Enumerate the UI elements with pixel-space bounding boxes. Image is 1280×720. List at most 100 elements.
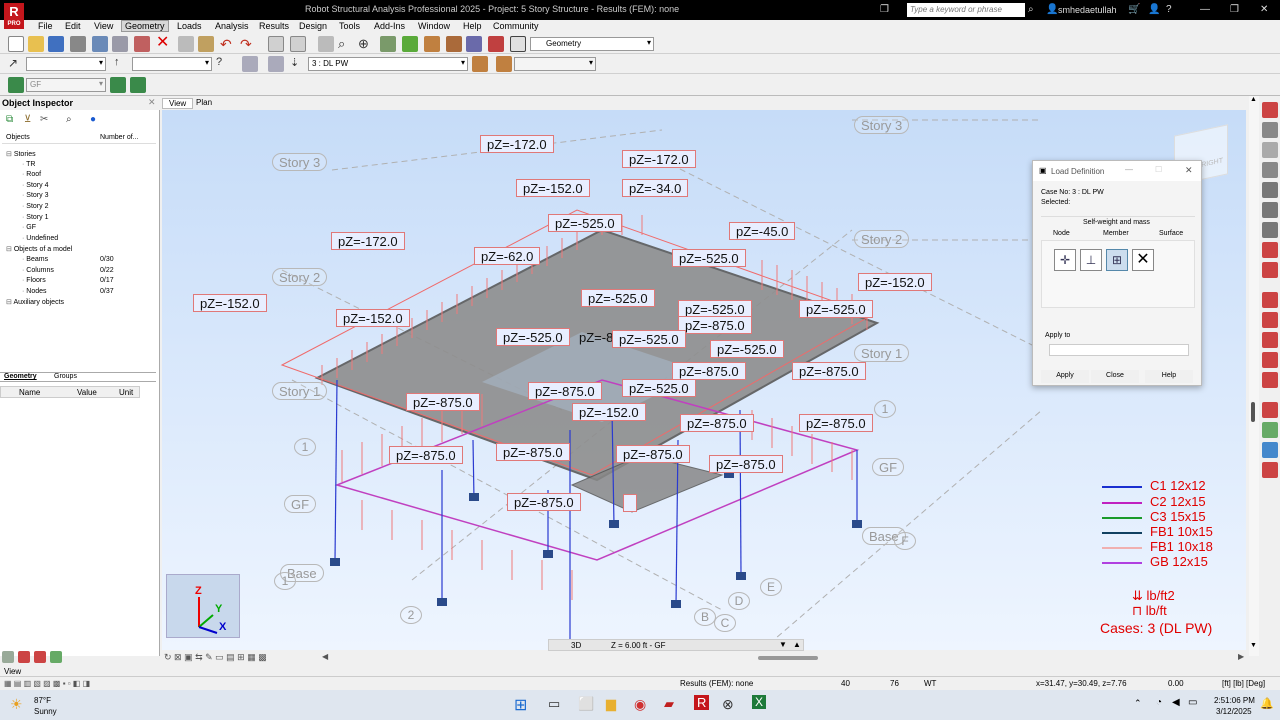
explorer-icon[interactable]: ⬜ [578, 696, 594, 712]
filter-icon-c[interactable]: ✂ [40, 114, 48, 125]
tree-item[interactable]: · Story 4 [22, 182, 48, 189]
search-icon[interactable]: ⌕ [1028, 4, 1034, 15]
lock-icon[interactable] [318, 36, 334, 52]
nodal-displacement-icon[interactable]: ⊥ [1080, 249, 1102, 271]
menu-community[interactable]: Community [493, 21, 539, 31]
rtool-12-icon[interactable] [1262, 332, 1278, 348]
rtool-1-icon[interactable] [1262, 102, 1278, 118]
selection-combo[interactable] [26, 57, 106, 71]
inspector-close-icon[interactable]: ✕ [148, 97, 156, 108]
case-next-icon[interactable] [496, 56, 512, 72]
taskview-icon[interactable]: ▭ [548, 696, 560, 712]
dialog-tab-member[interactable]: Member [1103, 230, 1129, 237]
tree-item[interactable]: · Floors 0/17 [22, 277, 114, 284]
dialog-tab-surface[interactable]: Surface [1159, 230, 1183, 237]
files-icon[interactable]: ▆ [606, 696, 616, 712]
user-name[interactable]: smhedaetullah [1058, 5, 1117, 15]
rtool-6-icon[interactable] [1262, 202, 1278, 218]
scroll-down-icon[interactable]: ▼ [1250, 642, 1257, 649]
release-tool-icon[interactable] [466, 36, 482, 52]
dialog-close-icon[interactable]: ✕ [1185, 165, 1193, 176]
start-icon[interactable]: ⊞ [514, 695, 527, 715]
calc-icon[interactable] [290, 36, 306, 52]
redo-icon[interactable]: ↷ [240, 36, 256, 52]
camera-icon[interactable] [134, 36, 150, 52]
load-label[interactable]: pZ=-875.0 [792, 362, 866, 380]
rtool-17-icon[interactable] [1262, 442, 1278, 458]
scroll-right-icon[interactable]: ▶ [1238, 652, 1244, 661]
close-icon[interactable]: ✕ [1260, 4, 1268, 15]
notification-icon[interactable]: 🔔 [1260, 697, 1274, 710]
close-button[interactable]: Close [1091, 370, 1139, 383]
filter-icon-a[interactable]: ⧉ [6, 114, 13, 125]
story-combo[interactable]: GF [26, 78, 106, 92]
nodal-force-icon[interactable]: ✛ [1054, 249, 1076, 271]
apply-to-input[interactable] [1049, 344, 1189, 356]
menu-addins[interactable]: Add-Ins [374, 21, 405, 31]
select-icon[interactable]: ↗ [8, 56, 24, 72]
tree-item[interactable]: · Undefined [22, 235, 58, 242]
rtool-16-icon[interactable] [1262, 422, 1278, 438]
load-case-icon[interactable]: ⇣ [290, 56, 306, 72]
pan-icon[interactable] [380, 36, 396, 52]
col-number[interactable]: Number of... [100, 134, 139, 141]
view-mode[interactable]: 3D [571, 641, 581, 650]
tab-view[interactable]: View [162, 98, 194, 109]
tree-item[interactable]: · Nodes 0/37 [22, 288, 114, 295]
copy-icon[interactable] [178, 36, 194, 52]
load-label[interactable]: pZ=-875.0 [406, 393, 480, 411]
load-label[interactable]: pZ=-525.0 [672, 249, 746, 267]
col-objects[interactable]: Objects [6, 134, 30, 141]
load-label[interactable]: pZ=-45.0 [729, 222, 796, 240]
menu-analysis[interactable]: Analysis [215, 21, 249, 31]
tree-item[interactable]: ⊟ Auxiliary objects [6, 298, 64, 306]
search-input[interactable]: Type a keyword or phrase [907, 3, 1025, 17]
apply-button[interactable]: Apply [1041, 370, 1089, 383]
rtool-11-icon[interactable] [1262, 312, 1278, 328]
support-tool-icon[interactable] [446, 36, 462, 52]
help-button[interactable]: Help [1145, 370, 1193, 383]
inspector-help-icon[interactable]: ● [90, 114, 96, 125]
properties-icon[interactable] [510, 36, 526, 52]
story-down-icon[interactable] [130, 77, 146, 93]
inspector-tool-d[interactable] [50, 651, 62, 663]
view-tools[interactable]: ↻ ⊠ ▣ ⇆ ✎ ▭ ▤ ⊞ ▦ ▩ [164, 652, 267, 663]
delete-load-icon[interactable]: ✕ [1132, 249, 1154, 271]
clock-time[interactable]: 2:51:06 PM [1214, 696, 1255, 705]
delete-icon[interactable]: ✕ [156, 35, 172, 52]
filter-icon-b[interactable]: ⊻ [24, 114, 31, 125]
load-label[interactable]: pZ=-875.0 [678, 316, 752, 334]
query-icon[interactable]: ? [216, 56, 232, 72]
tree-item[interactable]: ⊟ Stories [6, 150, 36, 158]
rtool-3-icon[interactable] [1262, 142, 1278, 158]
story-icon[interactable] [8, 77, 24, 93]
undo-icon[interactable]: ↶ [220, 36, 236, 52]
rtool-5-icon[interactable] [1262, 182, 1278, 198]
rtool-18-icon[interactable] [1262, 462, 1278, 478]
zoom-window-icon[interactable]: ⊕ [358, 36, 374, 52]
load-label[interactable]: pZ=-525.0 [710, 340, 784, 358]
load-label[interactable]: pZ=-525.0 [581, 289, 655, 307]
tree-item[interactable]: · GF [22, 224, 36, 231]
tree-item[interactable]: · Roof [22, 171, 41, 178]
rtool-8-icon[interactable] [1262, 242, 1278, 258]
wrench-icon[interactable] [488, 36, 504, 52]
load-label[interactable]: pZ=-875.0 [616, 445, 690, 463]
menu-window[interactable]: Window [418, 21, 450, 31]
level-down-icon[interactable]: ▼ [779, 640, 787, 649]
inspector-tool-b[interactable] [18, 651, 30, 663]
excel-icon[interactable]: X [752, 695, 767, 709]
load-label[interactable] [623, 494, 637, 512]
battery-icon[interactable]: ▭ [1188, 697, 1197, 708]
status-units[interactable]: [ft] [lb] [Deg] [1222, 679, 1265, 688]
tree-item[interactable]: · Beams 0/30 [22, 256, 114, 263]
print-icon[interactable] [70, 36, 86, 52]
menu-tools[interactable]: Tools [339, 21, 360, 31]
status-icons[interactable]: ▦ ▤ ▥ ▧ ▨ ▩ ▪ ▫ ◧ ◨ [4, 679, 90, 688]
new-icon[interactable] [8, 36, 24, 52]
load-label[interactable]: pZ=-875.0 [389, 446, 463, 464]
tray-chevron-icon[interactable]: ⌃ [1134, 698, 1142, 709]
table-icon[interactable] [268, 36, 284, 52]
zoom-icon[interactable]: ⌕ [338, 36, 354, 52]
inspector-search-icon[interactable]: ⌕ [66, 114, 72, 125]
